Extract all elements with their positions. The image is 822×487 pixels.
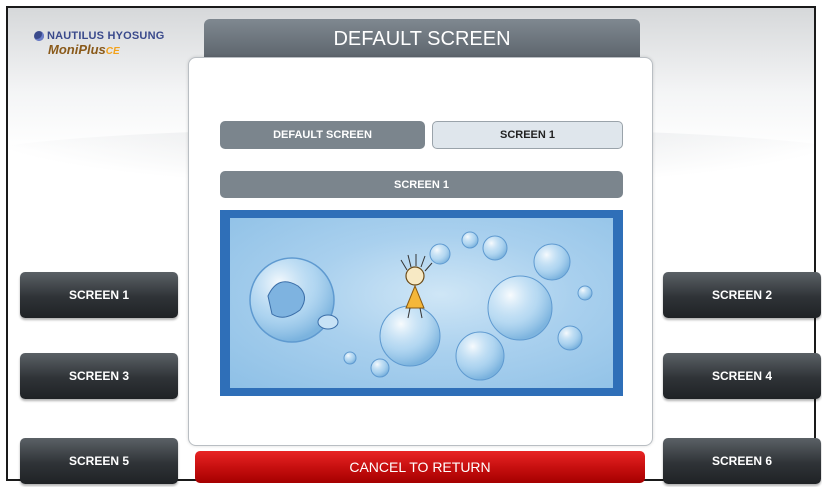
screen-6-button[interactable]: SCREEN 6 [663, 438, 821, 484]
logo: NAUTILUS HYOSUNG MoniPlusCE [34, 30, 164, 57]
tab-screen-1[interactable]: SCREEN 1 [432, 121, 623, 149]
screen-4-button[interactable]: SCREEN 4 [663, 353, 821, 399]
logo-brand: NAUTILUS HYOSUNG [47, 30, 165, 42]
cancel-to-return-button[interactable]: CANCEL TO RETURN [195, 451, 645, 483]
globe-icon [34, 31, 44, 41]
screen-3-button[interactable]: SCREEN 3 [20, 353, 178, 399]
tab-default-screen[interactable]: DEFAULT SCREEN [220, 121, 425, 149]
screen-1-button[interactable]: SCREEN 1 [20, 272, 178, 318]
preview-title: SCREEN 1 [220, 171, 623, 198]
bubbles-illustration [249, 231, 593, 381]
screen-preview-image [220, 210, 623, 396]
page-title: DEFAULT SCREEN [204, 19, 640, 59]
screen-2-button[interactable]: SCREEN 2 [663, 272, 821, 318]
logo-product: MoniPlus [48, 42, 106, 57]
screen-5-button[interactable]: SCREEN 5 [20, 438, 178, 484]
logo-product-suffix: CE [105, 46, 120, 57]
